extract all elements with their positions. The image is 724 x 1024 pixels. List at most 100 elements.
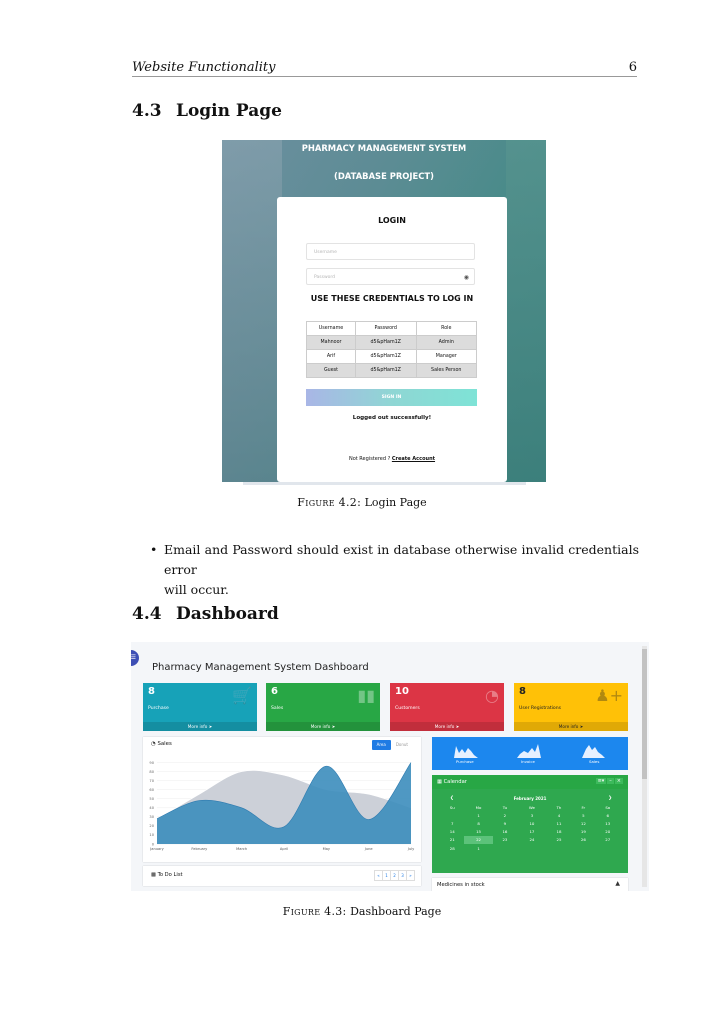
minimize-icon[interactable]: – xyxy=(607,778,614,784)
calendar-day[interactable]: 3 xyxy=(517,811,547,819)
table-cell: Guest xyxy=(306,363,356,378)
password-field[interactable]: Password ◉ xyxy=(306,268,475,285)
calendar-day[interactable]: 7 xyxy=(440,819,464,827)
y-tick-label: 90 xyxy=(149,761,154,765)
sparkline-sales xyxy=(582,745,605,758)
arrow-circle-icon: ➤ xyxy=(331,724,336,729)
todo-title: To Do List xyxy=(157,872,183,878)
calendar-day[interactable]: 1 xyxy=(464,811,492,819)
credentials-heading: USE THESE CREDENTIALS TO LOG IN xyxy=(310,294,474,303)
table-row: Mahnoor d5&pHam1Z Admin xyxy=(306,335,478,350)
calendar-day[interactable]: 1 xyxy=(464,844,492,852)
x-tick-label: May xyxy=(323,847,331,851)
sales-panel: ◔ Sales Area Donut 0 10 20 30 40 50 60 70 80 90 Jan… xyxy=(143,737,421,862)
calendar-next-icon[interactable]: ❯ xyxy=(608,796,612,801)
calendar-day[interactable]: 12 xyxy=(571,819,595,827)
calendar-day[interactable]: 13 xyxy=(596,819,620,827)
calendar-day[interactable]: 5 xyxy=(571,811,595,819)
calendar-day[interactable]: 10 xyxy=(517,819,547,827)
more-info-link[interactable]: More info ➤ xyxy=(266,722,380,731)
calendar-day[interactable]: 28 xyxy=(440,844,464,852)
arrow-circle-icon: ➤ xyxy=(455,724,460,729)
eye-icon[interactable]: ◉ xyxy=(464,269,469,286)
x-tick-label: June xyxy=(364,847,374,851)
table-cell: Arif xyxy=(306,349,356,364)
stat-box-user-registrations: 8 User Registrations ♟+ More info ➤ xyxy=(514,683,628,731)
x-tick-label: April xyxy=(280,847,288,851)
calendar-day[interactable]: 4 xyxy=(547,811,571,819)
calendar-day[interactable] xyxy=(596,844,620,852)
bullet-marker: • xyxy=(150,542,158,557)
calendar-day[interactable]: 24 xyxy=(517,836,547,844)
calendar-day[interactable]: 25 xyxy=(547,836,571,844)
pager-next[interactable]: » xyxy=(406,870,415,881)
calendar-day[interactable]: 9 xyxy=(493,819,517,827)
x-tick-label: January xyxy=(149,847,164,851)
calendar-day[interactable]: 14 xyxy=(440,828,464,836)
sales-title: Sales xyxy=(157,741,172,747)
calendar-day[interactable]: 15 xyxy=(464,828,492,836)
calendar-day[interactable]: 11 xyxy=(547,819,571,827)
calendar-day[interactable] xyxy=(517,844,547,852)
calendar-day[interactable]: 16 xyxy=(493,828,517,836)
calendar-controls: ≡▾ – × xyxy=(595,778,623,784)
stat-box-purchase: 8 Purchase 🛒 More info ➤ xyxy=(143,683,257,731)
calendar-day-today[interactable]: 22 xyxy=(464,835,493,844)
more-info-link[interactable]: More info ➤ xyxy=(143,722,257,731)
table-cell: d5&pHam1Z xyxy=(354,349,417,364)
calendar-day[interactable]: 8 xyxy=(464,819,492,827)
calendar-day[interactable] xyxy=(547,844,571,852)
y-tick-label: 60 xyxy=(149,788,154,792)
arrow-circle-icon: ➤ xyxy=(208,724,213,729)
calendar-day[interactable]: 19 xyxy=(571,828,595,836)
weekday-label: Fr xyxy=(581,804,586,810)
calendar-day[interactable] xyxy=(440,811,464,819)
user-plus-icon: ♟+ xyxy=(595,686,623,705)
running-header: Website Functionality 6 xyxy=(132,58,637,77)
todo-header: ▩ To Do List xyxy=(151,872,183,878)
scrollbar-thumb[interactable] xyxy=(642,649,647,779)
calendar-day[interactable]: 21 xyxy=(440,836,464,844)
arrow-circle-icon: ➤ xyxy=(579,724,584,729)
sign-in-button[interactable]: SIGN IN xyxy=(306,389,477,406)
caption-text: Login Page xyxy=(364,496,427,509)
y-tick-label: 30 xyxy=(149,815,154,819)
table-row: Arif d5&pHam1Z Manager xyxy=(306,349,478,364)
username-field[interactable]: Username xyxy=(306,243,475,260)
menu-dropdown-icon[interactable]: ≡▾ xyxy=(595,778,607,784)
calendar-day[interactable]: 23 xyxy=(493,836,517,844)
x-tick-label: July xyxy=(407,847,415,851)
bar-chart-icon: ▮▮ xyxy=(357,686,375,705)
close-icon[interactable]: × xyxy=(614,778,623,784)
calendar-day[interactable]: 2 xyxy=(493,811,517,819)
calendar-title: Calendar xyxy=(443,779,467,785)
sparkline-label: Invoice xyxy=(521,759,535,764)
sidebar-toggle-icon[interactable]: ☰ xyxy=(131,650,139,666)
calendar-day[interactable] xyxy=(493,844,517,852)
calendar-day[interactable]: 18 xyxy=(547,828,571,836)
calendar-day[interactable]: 20 xyxy=(596,828,620,836)
figure-caption-dashboard: Figure 4.3: Dashboard Page xyxy=(0,905,724,918)
tab-donut[interactable]: Donut xyxy=(391,740,413,750)
warning-icon: ▲ xyxy=(615,880,620,887)
y-tick-label: 10 xyxy=(149,833,154,837)
dashboard-screenshot: ☰ Pharmacy Management System Dashboard 8… xyxy=(131,642,649,891)
sales-chart: 0 10 20 30 40 50 60 70 80 90 January February March A… xyxy=(149,761,415,851)
calendar-grid: Su Mo Tu We Th Fr Sa 1 2 3 4 5 6 7 8 9 1… xyxy=(440,803,620,852)
calendar-day[interactable] xyxy=(571,844,595,852)
calendar-icon: ▦ xyxy=(437,779,442,785)
caption-label: Figure 4.2: xyxy=(297,496,362,509)
calendar-day[interactable]: 6 xyxy=(596,811,620,819)
scrollbar[interactable] xyxy=(642,646,647,887)
sparklines xyxy=(454,744,605,758)
tab-area[interactable]: Area xyxy=(371,740,391,750)
calendar-day[interactable]: 27 xyxy=(596,836,620,844)
weekday-label: Th xyxy=(556,804,562,810)
table-header: Role xyxy=(415,321,478,336)
more-info-link[interactable]: More info ➤ xyxy=(514,722,628,731)
more-info-link[interactable]: More info ➤ xyxy=(390,722,504,731)
calendar-day[interactable]: 26 xyxy=(571,836,595,844)
create-account-link[interactable]: Create Account xyxy=(392,456,435,462)
clipboard-icon: ▩ xyxy=(151,872,156,878)
calendar-day[interactable]: 17 xyxy=(517,828,547,836)
